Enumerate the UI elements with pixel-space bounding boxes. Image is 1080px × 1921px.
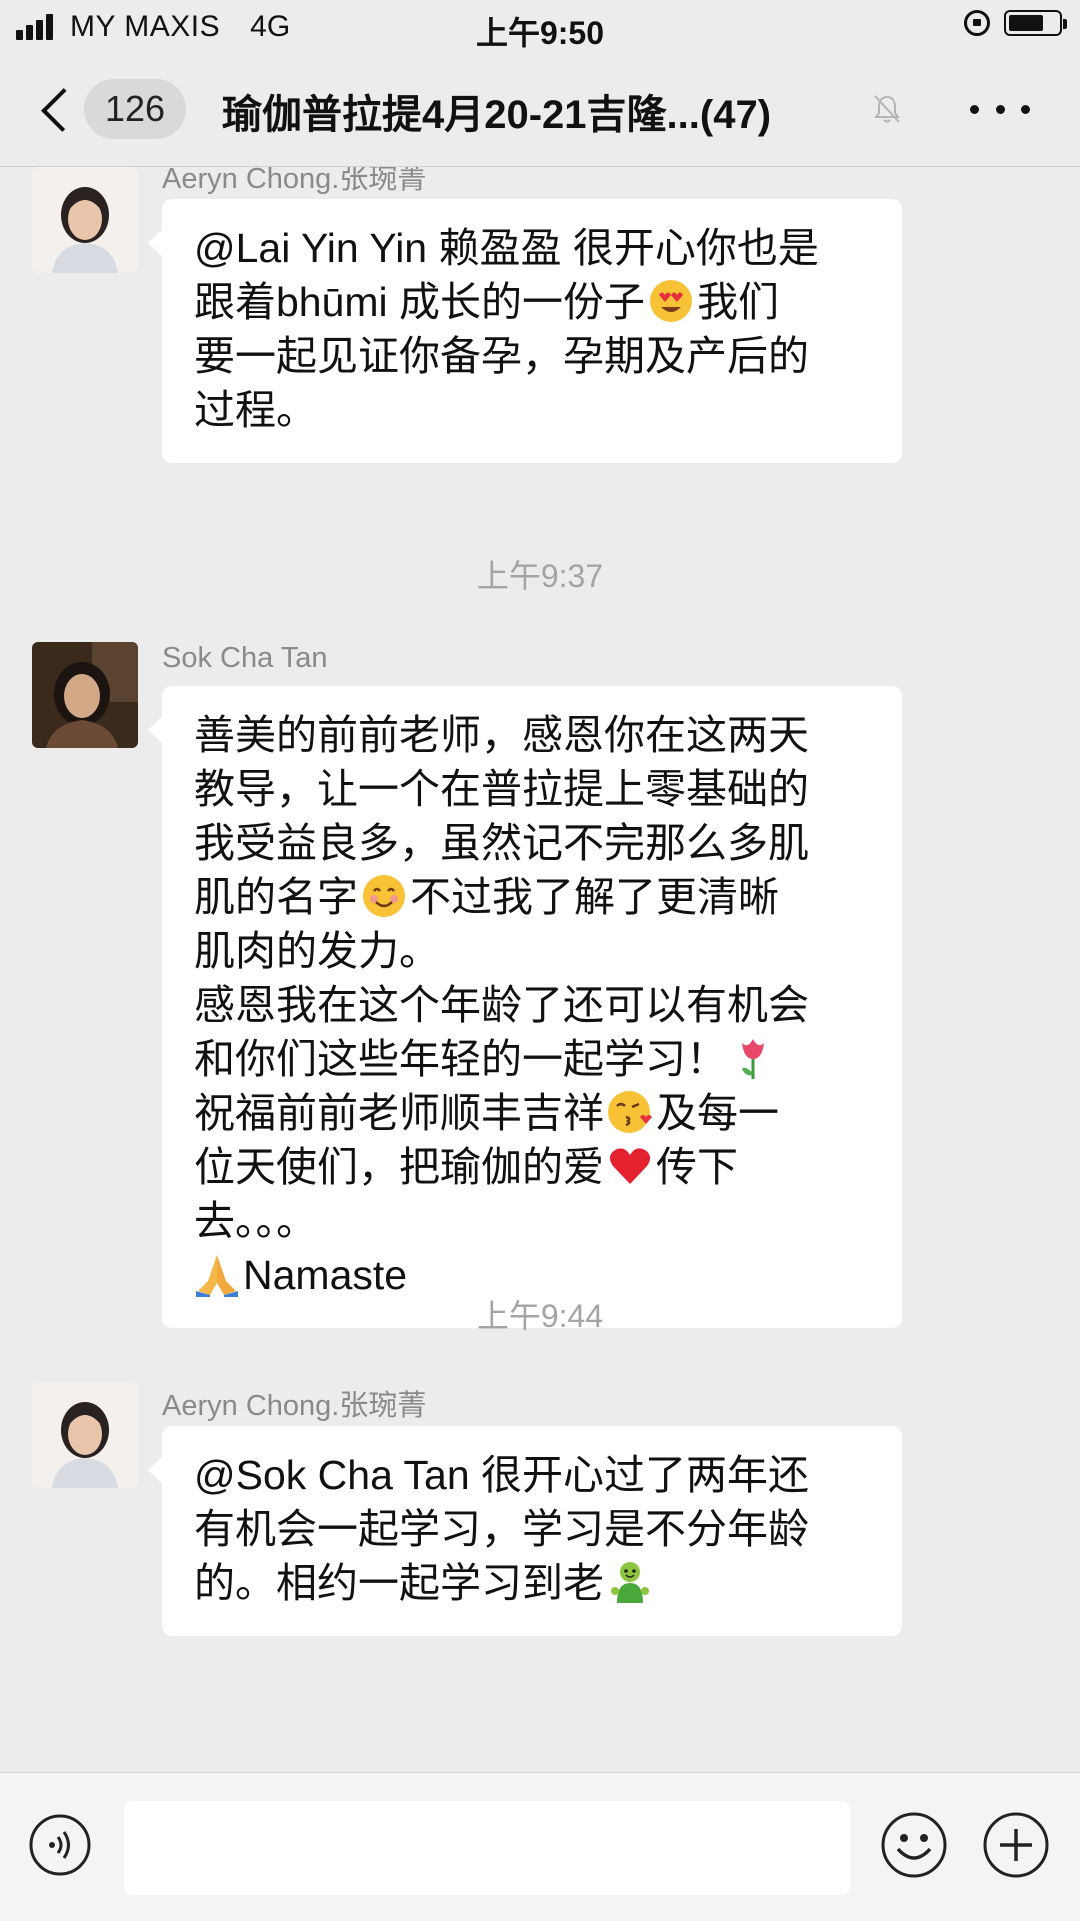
more-options-button[interactable] [970,92,1030,126]
message-line: @Lai Yin Yin 赖盈盈 很开心你也是 [194,225,819,271]
message-line: 肌肉的发力。 [194,928,440,974]
chat-title[interactable]: 瑜伽普拉提4月20-21吉隆...(47) [222,82,771,140]
message-bubble[interactable]: 善美的前前老师，感恩你在这两天 教导，让一个在普拉提上零基础的 我受益良多，虽然… [148,686,902,1328]
chevron-left-icon [41,88,85,132]
status-bar: MY MAXIS 4G 上午9:50 [0,0,1080,54]
message-timestamp: 上午9:44 [476,1298,604,1334]
smiling-face-emoji-icon [363,875,405,918]
avatar[interactable] [32,167,138,273]
message-bubble[interactable]: @Sok Cha Tan 很开心过了两年还 有机会一起学习，学习是不分年龄 的。… [148,1426,902,1636]
message-line: 和你们这些年轻的一起学习！ [194,1032,872,1086]
message-line: 祝福前前老师顺丰吉祥 及每一 [194,1090,779,1136]
message-line: 感恩我在这个年龄了还可以有机会 [194,982,809,1028]
add-attachment-button[interactable] [982,1811,1050,1879]
avatar[interactable] [32,1382,138,1488]
sender-name: Aeryn Chong.张琬菁 [162,1390,427,1422]
heart-eyes-emoji-icon [650,280,693,323]
message-line: @Sok Cha Tan 很开心过了两年还 [194,1452,810,1498]
sender-name: Sok Cha Tan [162,642,328,674]
tulip-emoji-icon [742,1039,764,1080]
voice-input-button[interactable] [28,1813,92,1877]
message-text-input[interactable] [124,1801,850,1895]
message-line: 有机会一起学习，学习是不分年龄 [194,1506,809,1552]
message-input-bar [0,1772,1080,1921]
back-button[interactable] [38,84,85,136]
chat-message-list[interactable]: Aeryn Chong.张琬菁 @Lai Yin Yin 赖盈盈 很开心你也是 … [0,167,1080,1772]
status-right [964,10,1067,36]
red-heart-emoji-icon [609,1148,651,1185]
message-line: 肌的名字 不过我了解了更清晰 [194,874,779,920]
muted-bell-icon [874,95,900,123]
rotation-lock-icon [964,10,990,36]
message-line: 善美的前前老师，感恩你在这两天 [194,712,809,758]
unread-count-badge[interactable]: 126 [84,79,186,139]
message-line: 去。。。 [194,1198,317,1244]
message-line: 过程。 [194,387,317,433]
message-line: 要一起见证你备孕，孕期及产后的 [194,333,809,379]
message-line: 教导，让一个在普拉提上零基础的 [194,766,809,812]
message-bubble[interactable]: @Lai Yin Yin 赖盈盈 很开心你也是 跟着bhūmi 成长的一份子 我们… [148,199,902,463]
message-line: 位天使们，把瑜伽的爱 传下 [194,1144,738,1190]
message-timestamp: 上午9:37 [476,558,604,594]
message-line: 的。相约一起学习到老 [194,1556,872,1610]
message-line: 我受益良多，虽然记不完那么多肌 [194,820,809,866]
avatar[interactable] [32,642,138,748]
emoji-picker-button[interactable] [880,1811,948,1879]
green-figure-emoji-icon [611,1562,649,1604]
message-line: 跟着bhūmi 成长的一份子 我们 [194,279,780,325]
face-blowing-kiss-emoji-icon [608,1091,652,1134]
chat-header: 126 瑜伽普拉提4月20-21吉隆...(47) [0,54,1080,167]
status-time: 上午9:50 [475,15,605,51]
battery-icon [1004,10,1067,36]
sender-name: Aeryn Chong.张琬菁 [162,167,427,195]
